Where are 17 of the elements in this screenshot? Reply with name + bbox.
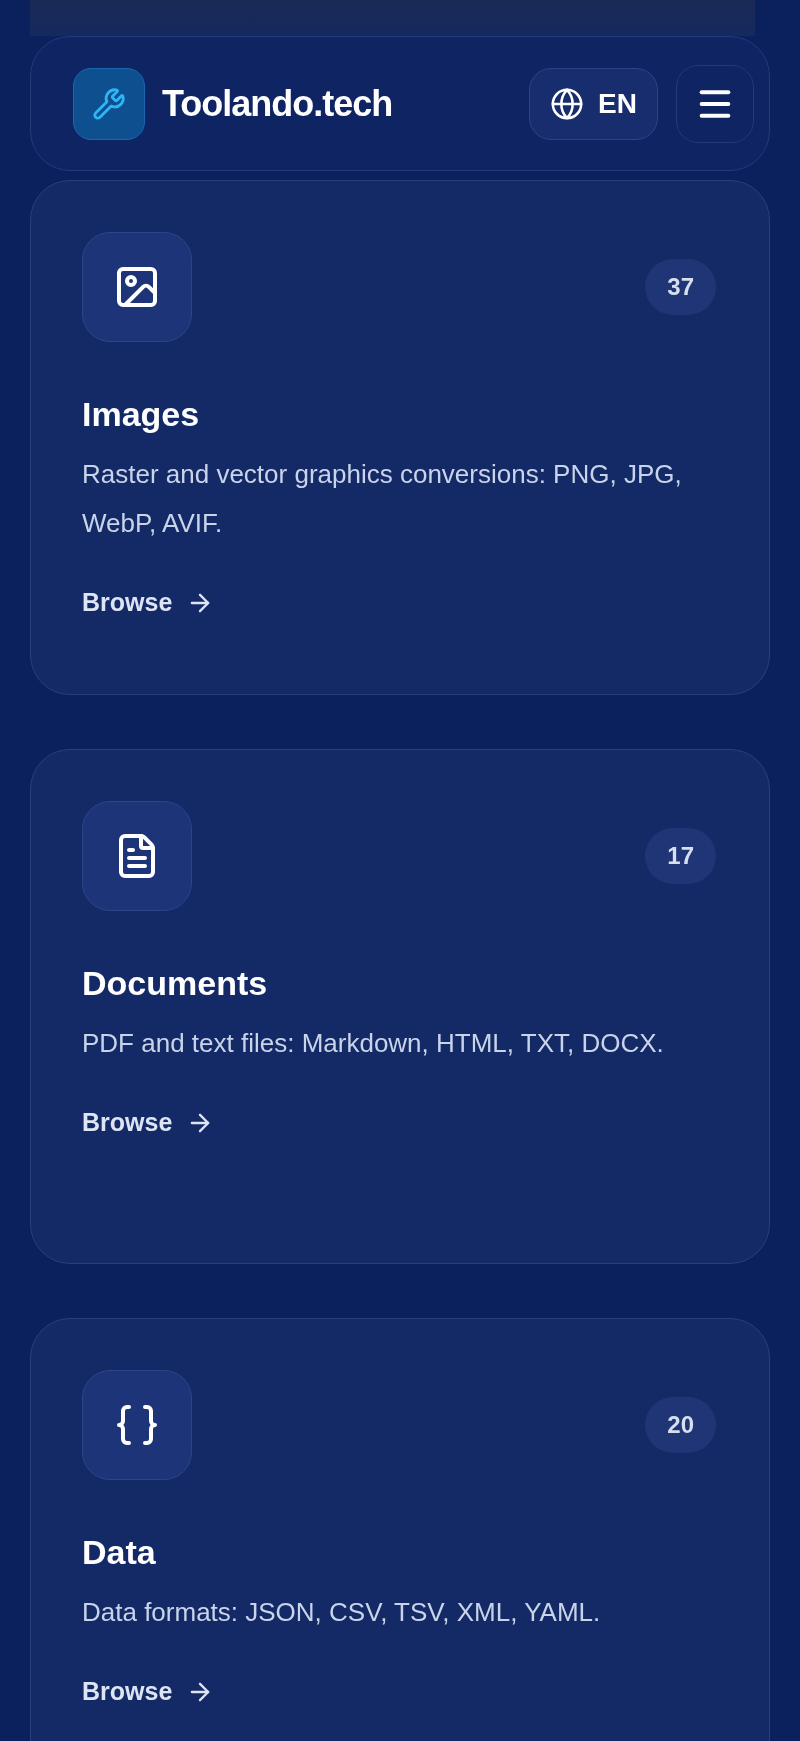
category-description: Data formats: JSON, CSV, TSV, XML, YAML. <box>82 1596 602 1629</box>
category-title: Documents <box>82 963 269 1004</box>
brand-name: Toolando.tech <box>162 81 393 126</box>
category-title: Data <box>82 1532 157 1573</box>
browse-link[interactable]: Browse <box>82 584 215 622</box>
language-button[interactable]: EN <box>529 67 658 140</box>
category-title: Images <box>82 394 201 435</box>
category-description: Raster and vector graphics conversions: PNG, JPG, WebP, AVIF. <box>82 458 683 540</box>
tool-count: 20 <box>645 1397 716 1453</box>
globe-icon <box>550 86 585 121</box>
wrench-icon <box>92 86 126 121</box>
menu-button[interactable] <box>676 64 754 143</box>
category-description: PDF and text files: Markdown, HTML, TXT, DOCX. <box>82 1027 665 1060</box>
tool-count: 37 <box>645 259 716 315</box>
browse-link[interactable]: Browse <box>82 1673 215 1711</box>
browse-link[interactable]: Browse <box>82 1104 215 1142</box>
tool-count: 17 <box>645 828 716 884</box>
